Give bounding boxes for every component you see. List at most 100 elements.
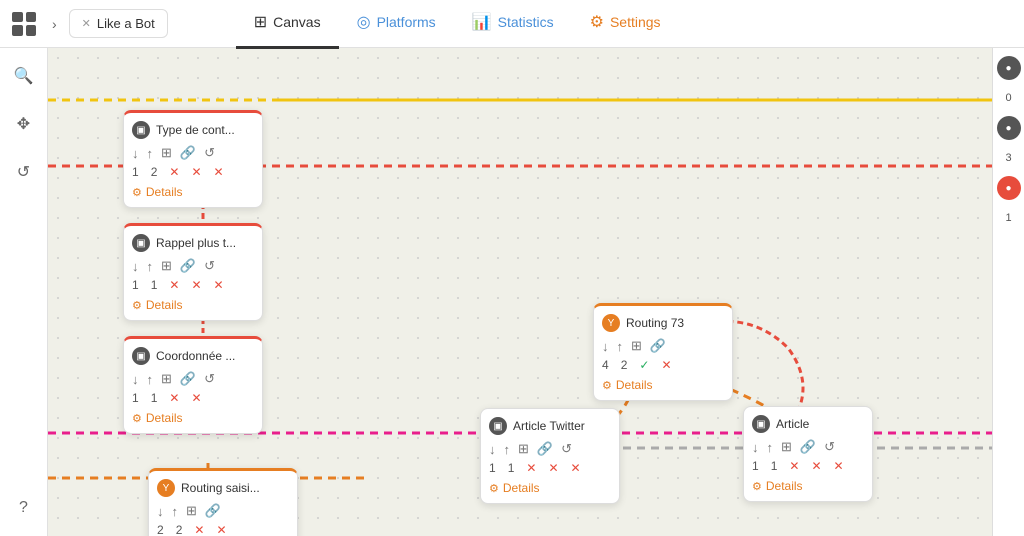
action-up[interactable]: ↑ [147,259,154,274]
node-routing73[interactable]: Y Routing 73 ↓ ↑ ⊞ 🔗 4 2 ✓ ✕ ⚙ Details [593,303,733,401]
right-panel-icon-3[interactable]: ● [997,176,1021,200]
tab-canvas[interactable]: ⊞ Canvas [236,0,339,49]
details-label: Details [146,185,183,199]
action-up[interactable]: ↑ [147,146,154,161]
node-title: Routing 73 [626,316,684,330]
count-2: 2 [151,165,158,179]
count-x3[interactable]: ✕ [571,461,581,475]
count-x2[interactable]: ✕ [216,523,226,536]
count-x1[interactable]: ✕ [169,165,179,179]
action-link[interactable]: 🔗 [180,371,196,387]
action-down[interactable]: ↓ [132,146,139,161]
node-title: Coordonnée ... [156,349,235,363]
action-refresh[interactable]: ↺ [204,145,215,161]
count-1: 1 [132,165,139,179]
count-x1[interactable]: ✕ [169,278,179,292]
count-x1[interactable]: ✕ [194,523,204,536]
action-down[interactable]: ↓ [157,504,164,519]
tab-platforms-label: Platforms [377,14,436,30]
node-details-btn[interactable]: ⚙ Details [489,481,611,495]
node-type-de-cont[interactable]: ▣ Type de cont... ↓ ↑ ⊞ 🔗 ↺ 1 2 ✕ ✕ ✕ ⚙ … [123,110,263,208]
node-rappel-icon: ▣ [132,234,150,252]
action-grid[interactable]: ⊞ [781,439,792,455]
node-counts: 1 1 ✕ ✕ ✕ [489,461,611,475]
node-coordonnee[interactable]: ▣ Coordonnée ... ↓ ↑ ⊞ 🔗 ↺ 1 1 ✕ ✕ ⚙ Det… [123,336,263,434]
count-x3[interactable]: ✕ [834,459,844,473]
node-article-icon: ▣ [752,415,770,433]
count-x2[interactable]: ✕ [548,461,558,475]
action-link[interactable]: 🔗 [537,441,553,457]
node-details-btn[interactable]: ⚙ Details [132,298,254,312]
action-refresh[interactable]: ↺ [204,258,215,274]
right-panel-icon-2[interactable]: ● [997,116,1021,140]
action-grid[interactable]: ⊞ [518,441,529,457]
action-link[interactable]: 🔗 [180,145,196,161]
node-details-btn[interactable]: ⚙ Details [132,411,254,425]
count-1: 1 [132,278,139,292]
action-up[interactable]: ↑ [617,339,624,354]
node-details-btn[interactable]: ⚙ Details [752,479,864,493]
action-up[interactable]: ↑ [147,372,154,387]
node-article-twitter[interactable]: ▣ Article Twitter ↓ ↑ ⊞ 🔗 ↺ 1 1 ✕ ✕ ✕ ⚙ … [480,408,620,504]
tab-settings[interactable]: ⚙ Settings [572,0,679,49]
action-down[interactable]: ↓ [489,442,496,457]
count-x3[interactable]: ✕ [214,165,224,179]
count-2: 2 [621,358,628,372]
node-article[interactable]: ▣ Article ↓ ↑ ⊞ 🔗 ↺ 1 1 ✕ ✕ ✕ ⚙ Details [743,406,873,502]
node-header: ▣ Rappel plus t... [132,234,254,252]
count-x1[interactable]: ✕ [661,358,671,372]
action-up[interactable]: ↑ [504,442,511,457]
canvas[interactable]: ▣ Type de cont... ↓ ↑ ⊞ 🔗 ↺ 1 2 ✕ ✕ ✕ ⚙ … [48,48,1024,536]
action-link[interactable]: 🔗 [205,503,221,519]
sidebar-history[interactable]: ↺ [8,156,40,188]
action-link[interactable]: 🔗 [650,338,666,354]
action-refresh[interactable]: ↺ [204,371,215,387]
count-x3[interactable]: ✕ [214,278,224,292]
action-refresh[interactable]: ↺ [824,439,835,455]
action-down[interactable]: ↓ [132,259,139,274]
app-grid-icon[interactable] [12,12,36,36]
count-x2[interactable]: ✕ [191,165,201,179]
node-title: Article [776,417,809,431]
count-x2[interactable]: ✕ [191,278,201,292]
count-x1[interactable]: ✕ [169,391,179,405]
node-rappel[interactable]: ▣ Rappel plus t... ↓ ↑ ⊞ 🔗 ↺ 1 1 ✕ ✕ ✕ ⚙… [123,223,263,321]
node-actions: ↓ ↑ ⊞ 🔗 ↺ [132,258,254,274]
action-grid[interactable]: ⊞ [161,258,172,274]
action-grid[interactable]: ⊞ [186,503,197,519]
count-x1[interactable]: ✕ [526,461,536,475]
bot-tab-x: ✕ [82,17,91,30]
action-down[interactable]: ↓ [132,372,139,387]
tab-statistics[interactable]: 📊 Statistics [454,0,572,49]
sidebar-collapse[interactable]: ✥ [8,108,40,140]
check-mark[interactable]: ✓ [639,358,649,372]
action-down[interactable]: ↓ [752,440,759,455]
count-x2[interactable]: ✕ [811,459,821,473]
count-1: 1 [752,459,759,473]
node-details-btn[interactable]: ⚙ Details [132,185,254,199]
action-up[interactable]: ↑ [767,440,774,455]
node-details-btn[interactable]: ⚙ Details [602,378,724,392]
count-2: 1 [508,461,515,475]
action-link[interactable]: 🔗 [180,258,196,274]
action-grid[interactable]: ⊞ [161,371,172,387]
node-header: ▣ Type de cont... [132,121,254,139]
sidebar-search[interactable]: 🔍 [8,60,40,92]
sidebar-help[interactable]: ? [8,492,40,524]
gear-icon: ⚙ [602,379,612,392]
action-down[interactable]: ↓ [602,339,609,354]
action-link[interactable]: 🔗 [800,439,816,455]
action-up[interactable]: ↑ [172,504,179,519]
action-refresh[interactable]: ↺ [561,441,572,457]
gear-icon: ⚙ [752,480,762,493]
action-grid[interactable]: ⊞ [161,145,172,161]
nav-chevron[interactable]: › [48,12,61,36]
action-grid[interactable]: ⊞ [631,338,642,354]
node-routing-saisie[interactable]: Y Routing saisi... ↓ ↑ ⊞ 🔗 2 2 ✕ ✕ aucun… [148,468,298,536]
details-label: Details [616,378,653,392]
bot-tab[interactable]: ✕ Like a Bot [69,9,168,38]
tab-platforms[interactable]: ◎ Platforms [339,0,454,49]
count-x1[interactable]: ✕ [789,459,799,473]
right-panel-icon-1[interactable]: ● [997,56,1021,80]
count-x2[interactable]: ✕ [191,391,201,405]
